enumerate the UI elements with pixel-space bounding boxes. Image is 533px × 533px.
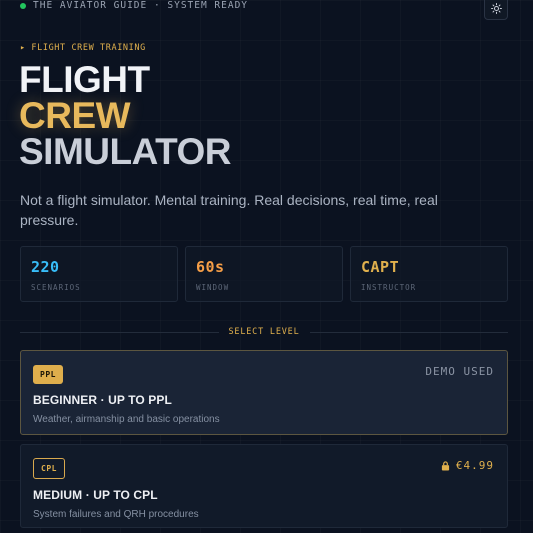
sun-icon: [490, 2, 502, 14]
level-badge-ppl: PPL: [33, 365, 63, 384]
level-price: €4.99: [441, 459, 494, 472]
demo-used-label: DEMO USED: [425, 365, 494, 378]
select-level-divider: SELECT LEVEL: [20, 324, 509, 340]
level-subtitle: Weather, airmanship and basic operations: [33, 414, 220, 425]
divider-line: [309, 331, 509, 333]
stat-value: CAPT: [361, 258, 400, 276]
stat-label: WINDOW: [196, 283, 230, 292]
status-indicator-dot: [20, 2, 26, 9]
page-title: FLIGHT CREW SIMULATOR: [19, 59, 232, 172]
divider-line: [20, 331, 219, 333]
stat-window: 60s WINDOW: [185, 246, 343, 302]
level-title: BEGINNER · UP TO PPL: [33, 393, 172, 407]
level-card-medium[interactable]: CPL MEDIUM · UP TO CPL System failures a…: [20, 444, 508, 528]
stat-value: 60s: [196, 258, 225, 276]
stats-row: 220 SCENARIOS 60s WINDOW CAPT INSTRUCTOR: [20, 246, 508, 302]
title-line-crew: CREW: [19, 95, 131, 136]
lock-icon: [441, 460, 449, 470]
system-status-text: THE AVIATOR GUIDE · SYSTEM READY: [33, 0, 249, 11]
section-kicker: ▸ FLIGHT CREW TRAINING: [20, 43, 146, 53]
title-line-flight: FLIGHT: [19, 59, 150, 100]
top-status-bar: THE AVIATOR GUIDE · SYSTEM READY: [0, 0, 533, 18]
stat-label: INSTRUCTOR: [361, 283, 417, 292]
hero-description: Not a flight simulator. Mental training.…: [20, 192, 438, 228]
select-level-label: SELECT LEVEL: [228, 327, 300, 337]
level-subtitle: System failures and QRH procedures: [33, 509, 199, 520]
price-label: €4.99: [455, 459, 494, 472]
stat-label: SCENARIOS: [31, 283, 81, 292]
theme-toggle-button[interactable]: [484, 0, 508, 20]
title-line-simulator: SIMULATOR: [19, 131, 232, 172]
level-card-beginner[interactable]: PPL BEGINNER · UP TO PPL Weather, airman…: [20, 350, 508, 435]
level-title: MEDIUM · UP TO CPL: [33, 488, 158, 502]
level-badge-cpl: CPL: [33, 458, 65, 479]
stat-value: 220: [31, 258, 60, 276]
stat-instructor: CAPT INSTRUCTOR: [350, 246, 508, 302]
stat-scenarios: 220 SCENARIOS: [20, 246, 178, 302]
demo-used-status: DEMO USED: [425, 365, 494, 378]
